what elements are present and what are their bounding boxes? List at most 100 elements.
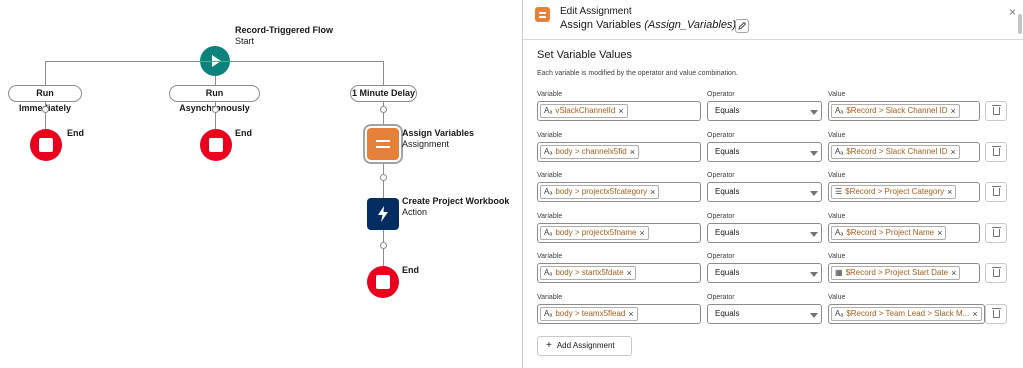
start-subtitle: Start <box>235 36 255 46</box>
section-description: Each variable is modified by the operato… <box>537 70 738 77</box>
value-text: $Record > Team Lead > Slack M... <box>846 309 970 318</box>
assignment-node[interactable] <box>367 128 399 160</box>
variable-field[interactable]: Aₐ body > projectx5fname × <box>537 223 701 243</box>
plus-icon: + <box>546 340 552 351</box>
text-icon: Aₐ <box>544 187 553 196</box>
remove-icon[interactable]: × <box>950 146 955 158</box>
end-node[interactable] <box>367 266 399 298</box>
operator-label: Operator <box>707 213 735 220</box>
variable-text: body > teamx5flead <box>555 309 626 318</box>
value-field[interactable]: ▦ $Record > Project Start Date × <box>828 263 980 283</box>
remove-icon[interactable]: × <box>630 146 635 158</box>
trash-icon <box>992 267 1001 277</box>
delete-row-button[interactable] <box>985 304 1007 324</box>
value-label: Value <box>828 91 846 98</box>
operator-select[interactable]: Equals <box>707 263 822 283</box>
operator-select[interactable]: Equals <box>707 223 822 243</box>
delete-row-button[interactable] <box>985 182 1007 202</box>
trash-icon <box>992 105 1001 115</box>
flow-canvas[interactable]: Record-Triggered Flow Start Run Immediat… <box>0 0 522 368</box>
delete-row-button[interactable] <box>985 223 1007 243</box>
remove-icon[interactable]: × <box>947 186 952 198</box>
remove-icon[interactable]: × <box>951 267 956 279</box>
text-icon: Aₐ <box>835 228 844 237</box>
value-pill[interactable]: Aₐ $Record > Slack Channel ID × <box>831 145 960 159</box>
variable-pill[interactable]: Aₐ body > teamx5flead × <box>540 307 638 321</box>
assignment-icon <box>535 7 550 22</box>
scrollbar[interactable] <box>1018 14 1022 34</box>
delete-row-button[interactable] <box>985 263 1007 283</box>
operator-select[interactable]: Equals <box>707 304 822 324</box>
element-name: Assign Variables <box>560 19 642 31</box>
value-pill[interactable]: Aₐ $Record > Project Name × <box>831 226 947 240</box>
variable-pill[interactable]: Aₐ body > channelx5fid × <box>540 145 639 159</box>
edit-name-button[interactable] <box>735 19 749 33</box>
value-text: $Record > Slack Channel ID <box>846 147 948 156</box>
operator-value: Equals <box>715 268 740 277</box>
value-pill[interactable]: ▦ $Record > Project Start Date × <box>831 266 961 280</box>
action-node[interactable] <box>367 198 399 230</box>
operator-value: Equals <box>715 147 740 156</box>
variable-field[interactable]: Aₐ body > channelx5fid × <box>537 142 701 162</box>
remove-icon[interactable]: × <box>639 227 644 239</box>
chevron-down-icon <box>810 110 818 115</box>
operator-select[interactable]: Equals <box>707 182 822 202</box>
remove-icon[interactable]: × <box>950 105 955 117</box>
assignment-row: Variable Operator Value Aₐ body > startx… <box>537 253 1007 289</box>
variable-pill[interactable]: Aₐ body > startx5fdate × <box>540 266 636 280</box>
text-icon: Aₐ <box>544 147 553 156</box>
text-icon: Aₐ <box>544 106 553 115</box>
remove-icon[interactable]: × <box>972 308 977 320</box>
end-node[interactable] <box>200 129 232 161</box>
add-element-connector[interactable] <box>380 174 387 181</box>
remove-icon[interactable]: × <box>628 308 633 320</box>
delete-row-button[interactable] <box>985 101 1007 121</box>
variable-pill[interactable]: Aₐ vSlackChannelId × <box>540 104 628 118</box>
value-text: $Record > Slack Channel ID <box>846 106 948 115</box>
operator-label: Operator <box>707 294 735 301</box>
add-element-connector[interactable] <box>212 106 219 113</box>
stop-icon <box>39 138 53 152</box>
value-pill[interactable]: Aₐ $Record > Slack Channel ID × <box>831 104 960 118</box>
path-run-async[interactable]: Run Asynchronously <box>169 85 260 113</box>
pencil-icon <box>738 21 747 30</box>
add-assignment-button[interactable]: + Add Assignment <box>537 336 632 356</box>
value-pill[interactable]: Aₐ $Record > Team Lead > Slack M... × <box>831 307 982 321</box>
variable-label: Variable <box>537 132 563 139</box>
value-field[interactable]: ☰ $Record > Project Category × <box>828 182 980 202</box>
action-node-label: Create Project Workbook Action <box>402 196 509 218</box>
add-element-connector[interactable] <box>380 242 387 249</box>
variable-field[interactable]: Aₐ body > projectx5fcategory × <box>537 182 701 202</box>
assignment-row: Variable Operator Value Aₐ vSlackChannel… <box>537 91 1007 127</box>
operator-select[interactable]: Equals <box>707 142 822 162</box>
operator-label: Operator <box>707 172 735 179</box>
operator-label: Operator <box>707 132 735 139</box>
close-icon[interactable]: × <box>1009 5 1016 19</box>
calendar-icon: ▦ <box>835 268 843 277</box>
variable-field[interactable]: Aₐ vSlackChannelId × <box>537 101 701 121</box>
remove-icon[interactable]: × <box>937 227 942 239</box>
add-element-connector[interactable] <box>380 106 387 113</box>
value-field[interactable]: Aₐ $Record > Team Lead > Slack M... × <box>828 304 985 324</box>
value-field[interactable]: Aₐ $Record > Slack Channel ID × <box>828 101 980 121</box>
value-label: Value <box>828 132 846 139</box>
operator-value: Equals <box>715 309 740 318</box>
variable-field[interactable]: Aₐ body > startx5fdate × <box>537 263 701 283</box>
value-text: $Record > Project Name <box>846 228 935 237</box>
add-element-connector[interactable] <box>42 106 49 113</box>
value-field[interactable]: Aₐ $Record > Slack Channel ID × <box>828 142 980 162</box>
variable-field[interactable]: Aₐ body > teamx5flead × <box>537 304 701 324</box>
remove-icon[interactable]: × <box>627 267 632 279</box>
remove-icon[interactable]: × <box>618 105 623 117</box>
end-node[interactable] <box>30 129 62 161</box>
path-run-immediately[interactable]: Run Immediately <box>8 85 82 113</box>
delete-row-button[interactable] <box>985 142 1007 162</box>
variable-pill[interactable]: Aₐ body > projectx5fcategory × <box>540 185 660 199</box>
operator-select[interactable]: Equals <box>707 101 822 121</box>
path-1-minute-delay[interactable]: 1 Minute Delay <box>350 85 417 102</box>
end-label: End <box>67 128 84 138</box>
remove-icon[interactable]: × <box>650 186 655 198</box>
value-field[interactable]: Aₐ $Record > Project Name × <box>828 223 980 243</box>
variable-pill[interactable]: Aₐ body > projectx5fname × <box>540 226 649 240</box>
value-pill[interactable]: ☰ $Record > Project Category × <box>831 185 957 199</box>
